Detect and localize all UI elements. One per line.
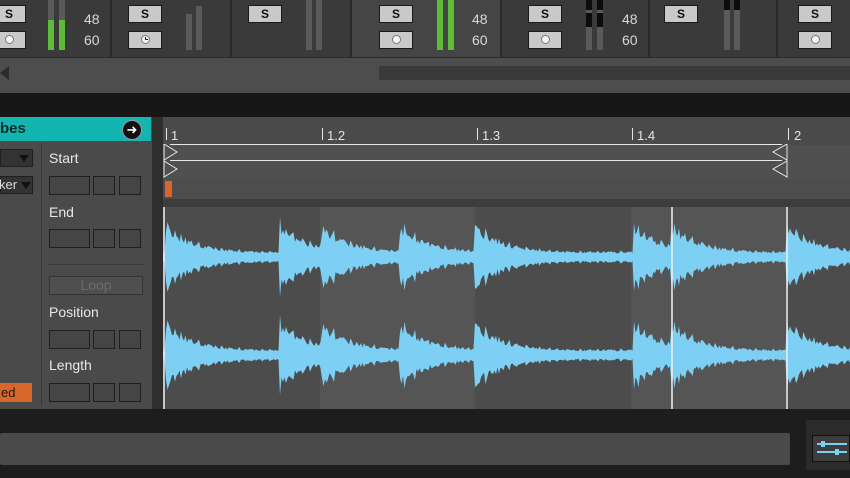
start-sixteenth-field[interactable] [119,176,141,195]
position-label: Position [49,304,99,320]
dot-icon [811,35,820,44]
panel-divider [152,117,163,409]
status-bar [0,433,790,465]
end-bar-field[interactable] [49,229,90,248]
arm-button[interactable] [528,31,562,49]
db-value-bottom: 60 [472,32,488,48]
loop-button[interactable]: Loop [49,276,143,295]
start-bar-field[interactable] [49,176,90,195]
length-label: Length [49,357,92,373]
solo-button[interactable]: S [528,5,562,23]
ruler-tick [788,128,789,140]
start-label: Start [49,150,79,166]
end-label: End [49,204,74,220]
arm-button[interactable] [798,31,832,49]
db-value-top: 48 [84,11,100,27]
level-meter [448,0,454,50]
ruler-label: 1 [171,128,179,143]
loop-brace-handles[interactable] [163,144,850,180]
level-meter [306,0,312,50]
db-value-bottom: 60 [84,32,100,48]
mixer-channel: S 48 60 [502,0,650,57]
ruler-label: 1.3 [482,128,501,143]
level-meter [316,0,322,50]
clock-icon [141,35,150,44]
mixer-channel: S 48 60 [0,0,112,57]
ruler-tick [322,128,323,140]
position-sixteenth-field[interactable] [119,330,141,349]
mixer-channel: S [232,0,352,57]
mixer-channel: S [650,0,778,57]
marker-lane[interactable] [163,179,850,199]
column-divider [41,143,42,406]
arrow-right-circle-icon[interactable]: ➜ [122,120,142,140]
dot-icon [541,35,550,44]
mixer-toggle-button[interactable] [812,435,850,462]
arm-button[interactable] [0,31,26,49]
ruler-label: 1.4 [637,128,656,143]
level-meter [586,0,592,50]
clip-title: bes [0,120,26,137]
arm-button[interactable] [379,31,413,49]
dropdown-2-label: ker [0,177,18,192]
ruler-label: 2 [794,128,802,143]
dot-icon [5,35,14,44]
end-sixteenth-field[interactable] [119,229,141,248]
dot-icon [392,35,401,44]
length-bar-field[interactable] [49,383,90,402]
mixer-channel: S [778,0,850,57]
solo-button[interactable]: S [0,5,26,23]
sliders-icon [817,441,847,455]
chevron-down-icon [19,155,29,162]
start-beat-field[interactable] [93,176,115,195]
solo-button[interactable]: S [379,5,413,23]
ruler-label: 1.2 [327,128,346,143]
mixer-channel: S [112,0,232,57]
beat-ruler[interactable] [163,117,850,145]
level-meter [597,0,603,50]
start-marker[interactable] [165,181,172,197]
db-value-top: 48 [472,11,488,27]
triangle-left-icon[interactable] [0,66,9,80]
length-sixteenth-field[interactable] [119,383,141,402]
db-value-top: 48 [622,11,638,27]
ruler-tick [632,128,633,140]
mixer-strip: S 48 60 S S S 48 60 S 48 60 S S [0,0,850,57]
scrollbar-thumb[interactable] [379,66,850,80]
level-meter [724,0,730,50]
level-meter [48,0,54,50]
length-beat-field[interactable] [93,383,115,402]
ruler-tick [477,128,478,140]
monitor-button[interactable] [128,31,162,49]
level-meter [186,14,192,50]
level-meter [196,6,202,50]
solo-button[interactable]: S [128,5,162,23]
divider [49,264,143,265]
solo-button[interactable]: S [248,5,282,23]
level-meter [437,0,443,50]
chevron-down-icon [21,182,31,189]
warp-mode-button[interactable]: ed [0,383,32,402]
solo-button[interactable]: S [798,5,832,23]
mixer-channel: S 48 60 [352,0,502,57]
divider [0,93,850,117]
end-beat-field[interactable] [93,229,115,248]
waveform [163,207,850,409]
level-meter [59,0,65,50]
position-beat-field[interactable] [93,330,115,349]
ruler-tick [166,128,167,140]
overview-bar [163,199,850,207]
level-meter [734,0,740,50]
solo-button[interactable]: S [664,5,698,23]
position-bar-field[interactable] [49,330,90,349]
db-value-bottom: 60 [622,32,638,48]
